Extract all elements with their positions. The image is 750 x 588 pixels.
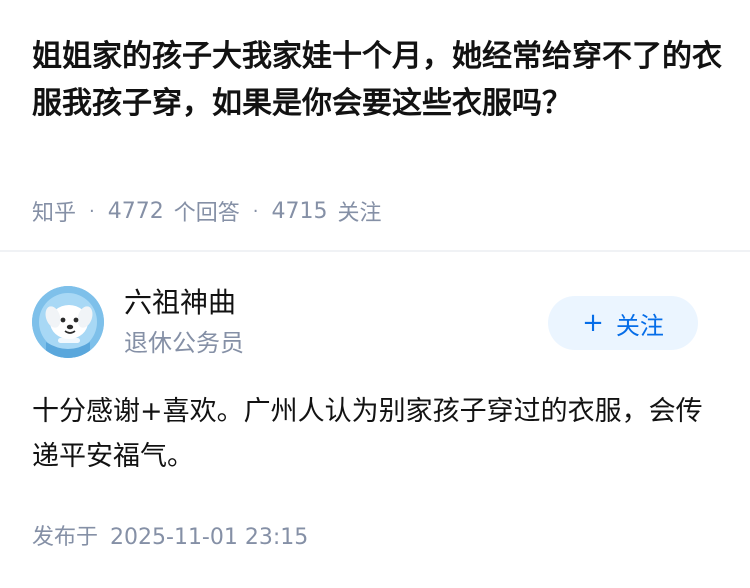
follow-button-label: 关注 [615,311,664,340]
author-name[interactable]: 六祖神曲 [124,284,236,322]
follower-count: 4715 [271,198,328,224]
answer-count-label: 个回答 [173,201,240,226]
answer-content[interactable]: 十分感谢+喜欢。广州人认为别家孩子穿过的衣服，会传递平安福气。 [32,389,722,479]
question-title[interactable]: 姐姐家的孩子大我家娃十个月，她经常给穿不了的衣服我孩子穿，如果是你会要这些衣服吗… [32,33,722,127]
publish-timestamp: 2025-11-01 23:15 [110,525,309,550]
follower-count-label: 关注 [337,201,382,226]
meta-separator: · [252,200,259,222]
question-header: 姐姐家的孩子大我家娃十个月，她经常给穿不了的衣服我孩子穿，如果是你会要这些衣服吗… [0,0,750,250]
follow-button[interactable]: + 关注 [548,296,698,350]
plus-icon: + [582,308,604,338]
publish-time: 发布于 2025-11-01 23:15 [32,522,308,554]
source-label[interactable]: 知乎 [32,195,76,227]
cartoon-dog-avatar-icon [32,286,104,358]
meta-separator: · [89,200,95,222]
avatar[interactable] [32,286,104,358]
answer-card: 六祖神曲 退休公务员 + 关注 十分感谢+喜欢。广州人认为别家孩子穿过的衣服，会… [0,252,750,588]
question-meta: 知乎 · 4772 个回答 · 4715 关注 [32,195,382,227]
answer-count: 4772 [107,198,164,224]
author-bio: 退休公务员 [124,329,244,357]
publish-prefix: 发布于 [32,525,99,550]
